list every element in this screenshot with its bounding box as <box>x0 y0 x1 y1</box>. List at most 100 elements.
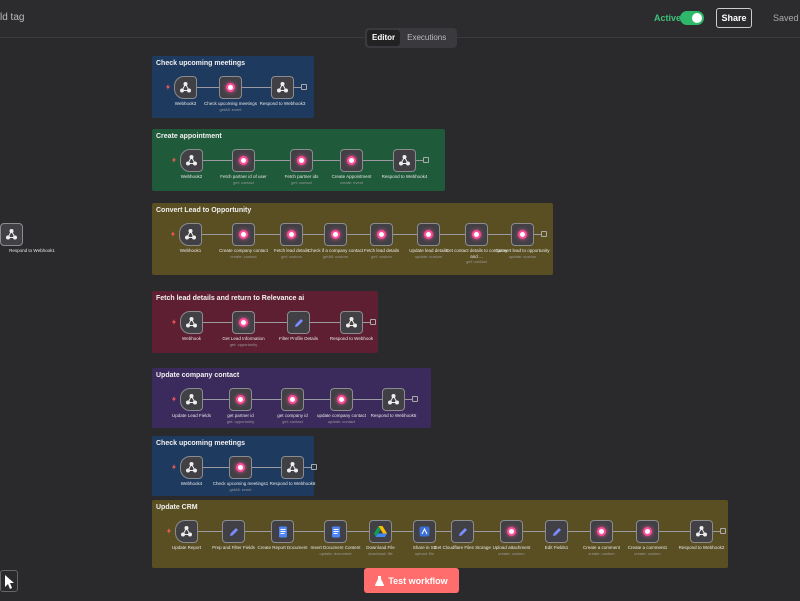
node-status-icon <box>377 230 386 239</box>
workflow-node[interactable] <box>500 520 523 543</box>
node-glyph <box>418 224 439 245</box>
workflow-node[interactable] <box>229 456 252 479</box>
workflow-node[interactable] <box>465 223 488 246</box>
tab-executions[interactable]: Executions <box>402 30 451 46</box>
webhook-icon <box>399 155 410 166</box>
workflow-node[interactable] <box>281 388 304 411</box>
workflow-node[interactable] <box>340 149 363 172</box>
node-glyph <box>230 457 251 478</box>
add-tag-link[interactable]: ld tag <box>0 12 24 23</box>
group-title: Update CRM <box>156 504 198 511</box>
node-name: Webhook2 <box>180 174 203 179</box>
connection-line <box>255 160 290 161</box>
connection-line <box>347 234 370 235</box>
node-glyph <box>591 521 612 542</box>
node-operation: getAll: event <box>229 486 252 492</box>
add-node-handle[interactable] <box>370 319 376 325</box>
workflow-node[interactable] <box>222 520 245 543</box>
add-node-handle[interactable] <box>541 231 547 237</box>
add-node-handle[interactable] <box>311 464 317 470</box>
add-node-handle[interactable] <box>301 84 307 90</box>
workflow-node[interactable] <box>393 149 416 172</box>
node-glyph <box>272 77 293 98</box>
workflow-node[interactable] <box>636 520 659 543</box>
node-label: Fetch partner id of user get: contact <box>212 174 276 185</box>
node-glyph <box>341 312 362 333</box>
workflow-node[interactable] <box>0 223 23 246</box>
workflow-node[interactable] <box>180 311 203 334</box>
workflow-node[interactable] <box>382 388 405 411</box>
group-title: Fetch lead details and return to Relevan… <box>156 295 305 302</box>
workflow-node[interactable] <box>280 223 303 246</box>
node-name: Prep and Filter Fields <box>212 545 255 550</box>
workflow-node[interactable] <box>369 520 392 543</box>
webhook-icon <box>6 229 17 240</box>
workflow-node[interactable] <box>232 223 255 246</box>
active-label: Active <box>654 13 682 23</box>
add-node-handle[interactable] <box>412 396 418 402</box>
pencil-icon <box>229 527 238 536</box>
workflow-node[interactable] <box>340 311 363 334</box>
workflow-node[interactable] <box>324 520 347 543</box>
node-name: get partner id <box>227 413 254 418</box>
connection-line <box>363 322 370 323</box>
active-toggle[interactable] <box>680 11 704 25</box>
workflow-node[interactable] <box>281 456 304 479</box>
workflow-node[interactable] <box>175 520 198 543</box>
workflow-node[interactable] <box>174 76 197 99</box>
webhook-icon <box>186 155 197 166</box>
workflow-node[interactable] <box>271 520 294 543</box>
workflow-node[interactable] <box>271 76 294 99</box>
workflow-node[interactable] <box>180 149 203 172</box>
connection-line <box>613 531 636 532</box>
workflow-node[interactable] <box>232 311 255 334</box>
add-node-handle[interactable] <box>720 528 726 534</box>
node-glyph <box>233 312 254 333</box>
workflow-node[interactable] <box>417 223 440 246</box>
workflow-node[interactable] <box>324 223 347 246</box>
workflow-node[interactable] <box>229 388 252 411</box>
node-glyph <box>370 521 391 542</box>
share-button[interactable]: Share <box>716 8 752 28</box>
workflow-node[interactable] <box>413 520 436 543</box>
node-name: Fetch partner id of user <box>220 174 267 179</box>
workflow-node[interactable] <box>180 456 203 479</box>
connection-line <box>416 160 423 161</box>
node-status-icon <box>239 318 248 327</box>
node-glyph <box>394 150 415 171</box>
connection-line <box>347 531 369 532</box>
node-name: Respond to Webhook2 <box>678 545 725 550</box>
workflow-node[interactable] <box>287 311 310 334</box>
node-glyph <box>341 150 362 171</box>
workflow-node[interactable] <box>690 520 713 543</box>
node-name: Check upcoming meetings <box>203 101 258 106</box>
connection-line <box>659 531 690 532</box>
workflow-node[interactable] <box>290 149 313 172</box>
workflow-node[interactable] <box>451 520 474 543</box>
node-name: Get Lead Information <box>222 336 265 341</box>
webhook-icon <box>180 82 191 93</box>
node-status-icon <box>236 395 245 404</box>
tab-editor[interactable]: Editor <box>367 30 401 46</box>
canvas-tool-button[interactable] <box>0 570 18 592</box>
node-name: Update Report <box>171 545 202 550</box>
workflow-node[interactable] <box>180 388 203 411</box>
workflow-node[interactable] <box>370 223 393 246</box>
workflow-node[interactable] <box>330 388 353 411</box>
workflow-node[interactable] <box>219 76 242 99</box>
node-glyph <box>501 521 522 542</box>
connection-line <box>488 234 511 235</box>
test-workflow-button[interactable]: Test workflow <box>364 568 459 593</box>
workflow-node[interactable] <box>545 520 568 543</box>
workflow-node[interactable] <box>590 520 613 543</box>
node-operation: update: custom <box>508 253 537 259</box>
node-label: Respond to Webhook <box>320 336 384 342</box>
node-status-icon <box>424 230 433 239</box>
workflow-node[interactable] <box>179 223 202 246</box>
connection-line <box>203 467 229 468</box>
add-node-handle[interactable] <box>423 157 429 163</box>
workflow-node[interactable] <box>511 223 534 246</box>
node-name: Respond to Webhook <box>329 336 374 341</box>
node-status-icon <box>518 230 527 239</box>
workflow-node[interactable] <box>232 149 255 172</box>
